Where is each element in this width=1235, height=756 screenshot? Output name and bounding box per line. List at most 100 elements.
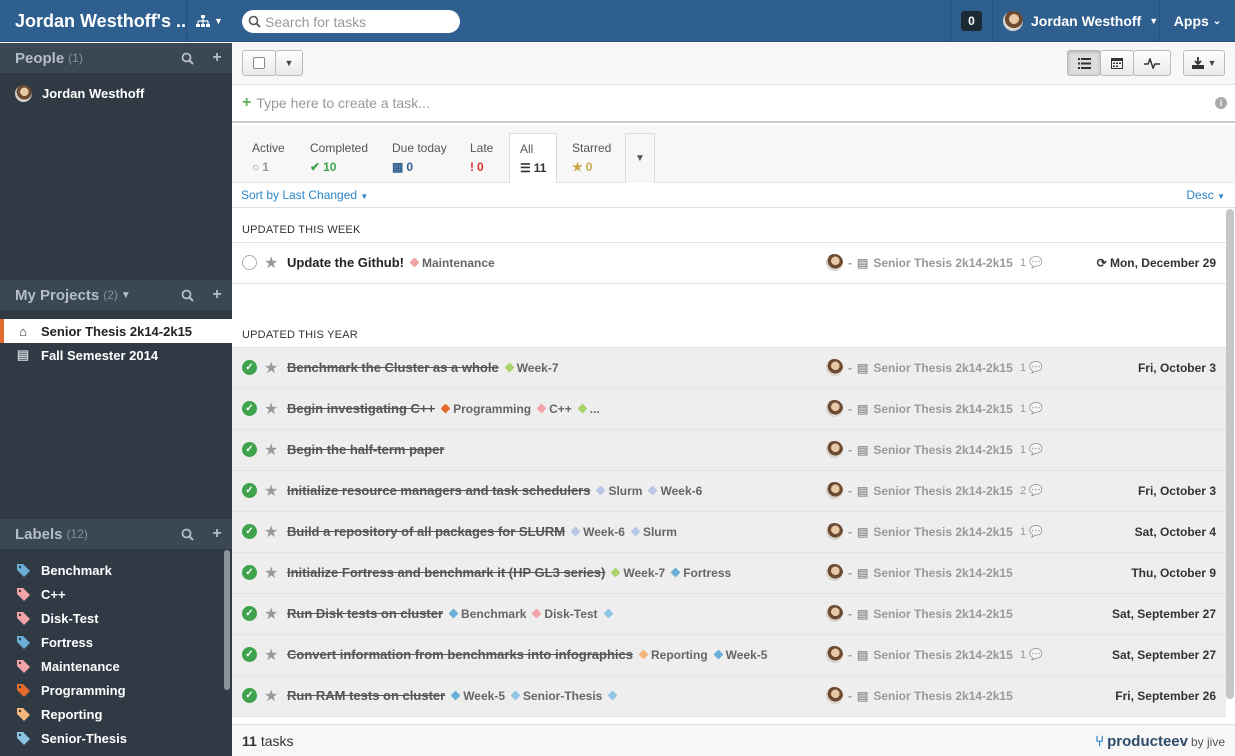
check-circle-icon[interactable]: ✓ — [242, 524, 257, 539]
projects-title[interactable]: My Projects — [15, 287, 99, 304]
labels-search-button[interactable] — [172, 519, 202, 549]
task-tag[interactable]: Week-5 — [450, 689, 505, 703]
task-tag[interactable] — [603, 607, 616, 621]
comment-count[interactable]: 1 💬 — [1020, 648, 1043, 661]
sort-order-dropdown[interactable]: Desc ▼ — [1186, 188, 1225, 202]
list-view-button[interactable] — [1067, 50, 1101, 76]
check-circle-icon[interactable]: ✓ — [242, 442, 257, 457]
star-icon[interactable]: ★ — [264, 645, 278, 665]
task-tag[interactable]: Week-6 — [648, 484, 702, 498]
star-icon[interactable]: ★ — [264, 399, 278, 419]
task-title[interactable]: Run Disk tests on cluster Benchmark Disk-T… — [287, 606, 616, 621]
task-tag[interactable]: Slurm — [630, 525, 677, 539]
star-icon[interactable]: ★ — [264, 440, 278, 460]
task-row[interactable]: ✓ ★ Convert information from benchmarks in… — [232, 635, 1226, 676]
task-title[interactable]: Benchmark the Cluster as a whole Week-7 — [287, 360, 559, 375]
task-tag[interactable]: Week-5 — [713, 648, 767, 662]
due-date[interactable]: Sat, September 27 — [1112, 607, 1216, 621]
task-row[interactable]: ✓ ★ Begin investigating C++ Programming C++.… — [232, 389, 1226, 430]
due-date[interactable]: Thu, October 9 — [1131, 566, 1216, 580]
sidebar-item-label[interactable]: Maintenance — [0, 654, 232, 678]
export-dropdown[interactable]: ▼ — [1183, 50, 1225, 76]
workspace-switcher-button[interactable]: ▼ — [186, 0, 232, 42]
sidebar-item-label[interactable]: Reporting — [0, 702, 232, 726]
task-tag[interactable]: Week-6 — [570, 525, 625, 539]
task-title[interactable]: Build a repository of all packages for S… — [287, 524, 677, 539]
check-circle-icon[interactable]: ✓ — [242, 565, 257, 580]
info-icon[interactable]: i — [1215, 97, 1227, 109]
task-row[interactable]: ✓ ★ Benchmark the Cluster as a whole Week-7… — [232, 348, 1226, 389]
sidebar-item-label[interactable]: Disk-Test — [0, 606, 232, 630]
task-project[interactable]: - ▤ Senior Thesis 2k14-2k15 — [826, 646, 1013, 663]
task-tag[interactable]: ... — [577, 402, 600, 416]
sidebar-item-project-senior-thesis[interactable]: ⌂ Senior Thesis 2k14-2k15 — [0, 319, 232, 343]
apps-menu[interactable]: Apps ⌄ — [1159, 0, 1235, 42]
create-task-input[interactable] — [256, 95, 1157, 111]
task-project[interactable]: - ▤ Senior Thesis 2k14-2k15 — [826, 441, 1013, 458]
due-date[interactable]: Fri, October 3 — [1138, 484, 1216, 498]
sort-dropdown[interactable]: Sort by Last Changed ▼ — [241, 188, 368, 202]
task-project[interactable]: - ▤ Senior Thesis 2k14-2k15 — [826, 482, 1013, 499]
chevron-down-icon[interactable]: ▼ — [121, 290, 131, 301]
task-title[interactable]: Initialize Fortress and benchmark it (HP… — [287, 565, 731, 580]
projects-search-button[interactable] — [172, 280, 202, 310]
task-project[interactable]: - ▤ Senior Thesis 2k14-2k15 — [826, 254, 1013, 271]
check-circle-icon[interactable]: ✓ — [242, 647, 257, 662]
task-project[interactable]: - ▤ Senior Thesis 2k14-2k15 — [826, 359, 1013, 376]
search-input[interactable] — [265, 13, 450, 30]
task-tag[interactable]: Week-7 — [610, 566, 665, 580]
tab-due-today[interactable]: Due today ▦ 0 — [382, 133, 457, 183]
people-search-button[interactable] — [172, 43, 202, 73]
more-filters-dropdown[interactable]: ▼ — [625, 133, 655, 183]
task-tag[interactable]: Senior-Thesis — [510, 689, 602, 703]
activity-view-button[interactable] — [1133, 50, 1171, 76]
sidebar-item-label[interactable]: Benchmark — [0, 558, 232, 582]
sidebar-item-label[interactable]: Senior-Thesis — [0, 726, 232, 750]
star-icon[interactable]: ★ — [264, 253, 278, 273]
sidebar-item-project-fall-semester[interactable]: ▤ Fall Semester 2014 — [0, 343, 232, 367]
star-icon[interactable]: ★ — [264, 358, 278, 378]
sidebar-item-label[interactable]: C++ — [0, 582, 232, 606]
producteev-logo[interactable]: ⑂ producteev by jive — [1095, 733, 1225, 750]
comment-count[interactable]: 1 💬 — [1020, 443, 1043, 456]
task-row[interactable]: ✓ ★ Build a repository of all packages for… — [232, 512, 1226, 553]
check-circle-icon[interactable]: ✓ — [242, 688, 257, 703]
task-tag[interactable]: Programming — [440, 402, 531, 416]
task-project[interactable]: - ▤ Senior Thesis 2k14-2k15 — [826, 400, 1013, 417]
task-row[interactable]: ✓ ★ Run Disk tests on cluster Benchmark Disk… — [232, 594, 1226, 635]
task-tag[interactable]: Slurm — [596, 484, 642, 498]
due-date[interactable]: Sat, September 27 — [1112, 648, 1216, 662]
tab-late[interactable]: Late! 0 — [460, 133, 503, 183]
sidebar-item-label[interactable]: Programming — [0, 678, 232, 702]
add-project-button[interactable]: + — [202, 280, 232, 310]
task-title[interactable]: Convert information from benchmarks into… — [287, 647, 767, 662]
task-row[interactable]: ✓ ★ Initialize resource managers and task … — [232, 471, 1226, 512]
add-person-button[interactable]: + — [202, 43, 232, 73]
task-row[interactable]: ✓ ★ Initialize Fortress and benchmark it (… — [232, 553, 1226, 594]
tab-starred[interactable]: Starred ★ 0 — [562, 133, 621, 183]
star-icon[interactable]: ★ — [264, 686, 278, 706]
check-circle-icon[interactable]: ✓ — [242, 401, 257, 416]
task-tag[interactable]: Benchmark — [448, 607, 526, 621]
task-project[interactable]: - ▤ Senior Thesis 2k14-2k15 — [826, 564, 1013, 581]
comment-count[interactable]: 1 💬 — [1020, 525, 1043, 538]
comment-count[interactable]: 1 💬 — [1020, 256, 1043, 269]
notifications-button[interactable]: 0 — [950, 0, 992, 42]
task-project[interactable]: - ▤ Senior Thesis 2k14-2k15 — [826, 687, 1013, 704]
task-list-scrollbar[interactable] — [1226, 209, 1234, 699]
due-date[interactable]: Sat, October 4 — [1135, 525, 1216, 539]
add-label-button[interactable]: + — [202, 519, 232, 549]
due-date[interactable]: Fri, September 26 — [1115, 689, 1216, 703]
task-checkbox[interactable] — [242, 255, 257, 270]
tab-completed[interactable]: Completed ✔ 10 — [300, 133, 378, 183]
sidebar-item-person[interactable]: Jordan Westhoff — [0, 81, 232, 105]
task-tag[interactable]: Reporting — [638, 648, 708, 662]
workspace-title[interactable]: Jordan Westhoff's ... — [0, 0, 186, 42]
task-row[interactable]: ✓ ★ Begin the half-term paper - ▤ Senior Thes… — [232, 430, 1226, 471]
comment-count[interactable]: 1 💬 — [1020, 361, 1043, 374]
sidebar-scrollbar[interactable] — [224, 550, 230, 690]
task-tag[interactable]: Week-7 — [504, 361, 559, 375]
user-menu[interactable]: Jordan Westhoff ▼ — [992, 0, 1159, 42]
task-tag[interactable] — [607, 689, 620, 703]
task-title[interactable]: Begin the half-term paper — [287, 442, 444, 457]
